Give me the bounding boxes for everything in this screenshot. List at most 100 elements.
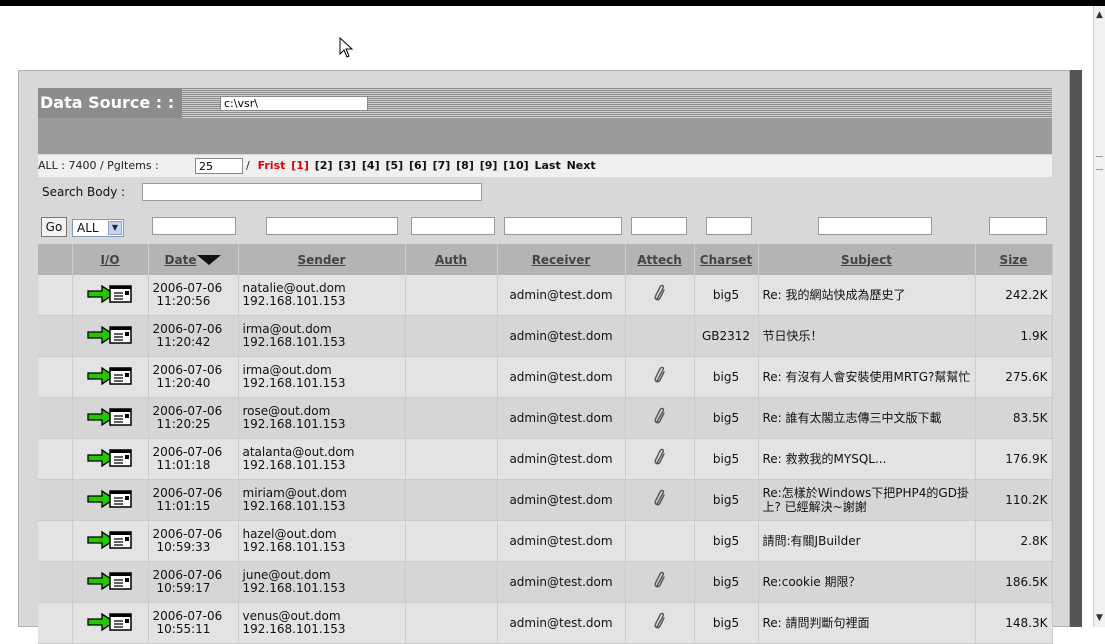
row-select-cell[interactable] xyxy=(38,397,73,439)
col-header-auth[interactable]: Auth xyxy=(405,244,498,275)
row-select-cell[interactable] xyxy=(38,479,73,521)
sort-descending-icon xyxy=(197,255,222,265)
table-row[interactable]: 2006-07-06 11:01:18 atalanta@out.dom 192.16… xyxy=(38,438,1053,480)
chevron-down-icon[interactable]: ▼ xyxy=(108,221,122,235)
page-link-next[interactable]: Next xyxy=(567,159,596,172)
subject-cell[interactable]: Re:怎樣於Windows下把PHP4的GD掛上? 已經解決~謝謝 xyxy=(758,479,976,521)
time-text: 10:55:11 xyxy=(156,622,211,636)
data-source-input[interactable] xyxy=(220,96,368,111)
page-link[interactable]: [4] xyxy=(362,159,380,172)
row-select-cell[interactable] xyxy=(38,438,73,480)
search-body-input[interactable] xyxy=(142,183,482,201)
col-header-size[interactable]: Size xyxy=(975,244,1053,275)
page-link-last[interactable]: Last xyxy=(535,159,561,172)
paperclip-icon[interactable] xyxy=(653,448,667,470)
paperclip-icon[interactable] xyxy=(653,366,667,388)
col-header-receiver[interactable]: Receiver xyxy=(497,244,626,275)
col-header-attach[interactable]: Attech xyxy=(625,244,695,275)
subject-cell[interactable]: Re: 有沒有人會安裝使用MRTG?幫幫忙 xyxy=(758,356,976,398)
subject-cell[interactable]: Re:cookie 期限？ xyxy=(758,561,976,603)
attach-cell[interactable] xyxy=(625,438,695,480)
subject-cell[interactable]: Re: 救救我的MYSQL... xyxy=(758,438,976,480)
io-cell[interactable] xyxy=(72,438,149,480)
col-header-subject[interactable]: Subject xyxy=(758,244,976,275)
incoming-mail-icon xyxy=(87,366,132,385)
table-row[interactable]: 2006-07-06 11:20:25 rose@out.dom 192.168.10… xyxy=(38,397,1053,439)
table-row[interactable]: 2006-07-06 10:59:17 june@out.dom 192.168.10… xyxy=(38,561,1053,603)
vertical-scrollbar[interactable]: ▲ ▼ xyxy=(1093,6,1105,627)
attach-filter-input[interactable] xyxy=(631,217,687,235)
page-link-first[interactable]: Frist xyxy=(258,159,286,172)
page-link[interactable]: [2] xyxy=(315,159,333,172)
size-filter-input[interactable] xyxy=(989,217,1047,235)
go-button[interactable]: Go xyxy=(41,217,67,237)
attach-cell[interactable] xyxy=(625,520,695,562)
date-filter-input[interactable] xyxy=(152,217,236,235)
attach-cell[interactable] xyxy=(625,602,695,644)
subject-cell[interactable]: 节日快乐！ xyxy=(758,315,976,357)
paperclip-icon[interactable] xyxy=(653,571,667,593)
col-header-charset[interactable]: Charset xyxy=(694,244,759,275)
subject-cell[interactable]: Re: 誰有太閣立志傳三中文版下載 xyxy=(758,397,976,439)
paperclip-icon[interactable] xyxy=(653,407,667,429)
col-header-io[interactable]: I/O xyxy=(72,244,149,275)
io-cell[interactable] xyxy=(72,397,149,439)
table-row[interactable]: 2006-07-06 11:01:15 miriam@out.dom 192.168.… xyxy=(38,479,1053,521)
row-select-cell[interactable] xyxy=(38,561,73,603)
io-cell[interactable] xyxy=(72,275,149,316)
auth-filter-input[interactable] xyxy=(411,217,495,235)
subject-cell[interactable]: 請問:有關JBuilder xyxy=(758,520,976,562)
page-link[interactable]: [5] xyxy=(385,159,403,172)
io-cell[interactable] xyxy=(72,479,149,521)
scrollbar-grip[interactable] xyxy=(1096,156,1103,170)
io-cell[interactable] xyxy=(72,602,149,644)
row-select-cell[interactable] xyxy=(38,356,73,398)
subject-cell[interactable]: Re: 請問判斷句裡面 xyxy=(758,602,976,644)
charset-cell: big5 xyxy=(694,438,759,480)
date-cell: 2006-07-06 11:01:18 xyxy=(148,438,239,480)
row-select-cell[interactable] xyxy=(38,602,73,644)
io-filter-select[interactable]: ALL ▼ xyxy=(72,219,124,237)
paperclip-icon[interactable] xyxy=(653,284,667,306)
page-link[interactable]: [10] xyxy=(503,159,528,172)
charset-filter-input[interactable] xyxy=(706,217,752,235)
attach-cell[interactable] xyxy=(625,397,695,439)
subject-cell[interactable]: Re: 我的網站快成為歷史了 xyxy=(758,275,976,316)
receiver-filter-input[interactable] xyxy=(504,217,622,235)
row-select-cell[interactable] xyxy=(38,275,73,316)
attach-cell[interactable] xyxy=(625,479,695,521)
page-items-input[interactable] xyxy=(195,158,243,174)
page-link[interactable]: [9] xyxy=(480,159,498,172)
page-link[interactable]: [8] xyxy=(456,159,474,172)
attach-cell[interactable] xyxy=(625,561,695,603)
paperclip-icon[interactable] xyxy=(653,612,667,634)
page-link[interactable]: [3] xyxy=(338,159,356,172)
io-cell[interactable] xyxy=(72,356,149,398)
paperclip-icon[interactable] xyxy=(653,489,667,511)
table-row[interactable]: 2006-07-06 10:59:33 hazel@out.dom 192.168.1… xyxy=(38,520,1053,562)
io-cell[interactable] xyxy=(72,520,149,562)
row-select-cell[interactable] xyxy=(38,520,73,562)
attach-cell[interactable] xyxy=(625,356,695,398)
table-row[interactable]: 2006-07-06 10:55:11 venus@out.dom 192.168.1… xyxy=(38,602,1053,644)
row-select-cell[interactable] xyxy=(38,315,73,357)
page-link[interactable]: [6] xyxy=(409,159,427,172)
col-header-sender[interactable]: Sender xyxy=(238,244,406,275)
io-cell[interactable] xyxy=(72,561,149,603)
attach-cell[interactable] xyxy=(625,315,695,357)
table-header-row: I/O Date Sender Auth Receiver Attech Cha… xyxy=(38,244,1053,275)
io-cell[interactable] xyxy=(72,315,149,357)
table-row[interactable]: 2006-07-06 11:20:42 irma@out.dom 192.168.10… xyxy=(38,315,1053,357)
page-link[interactable]: [7] xyxy=(433,159,451,172)
date-cell: 2006-07-06 11:20:42 xyxy=(148,315,239,357)
receiver-cell: admin@test.dom xyxy=(497,561,626,603)
attach-cell[interactable] xyxy=(625,275,695,316)
table-row[interactable]: 2006-07-06 11:20:40 irma@out.dom 192.168.10… xyxy=(38,356,1053,398)
scroll-up-arrow-icon[interactable]: ▲ xyxy=(1094,8,1105,22)
sender-filter-input[interactable] xyxy=(266,217,398,235)
page-link-current[interactable]: [1] xyxy=(291,159,309,172)
table-row[interactable]: 2006-07-06 11:20:56 natalie@out.dom 192.168… xyxy=(38,275,1053,316)
scroll-down-arrow-icon[interactable]: ▼ xyxy=(1094,611,1105,625)
col-header-date[interactable]: Date xyxy=(148,244,239,275)
subject-filter-input[interactable] xyxy=(818,217,932,235)
